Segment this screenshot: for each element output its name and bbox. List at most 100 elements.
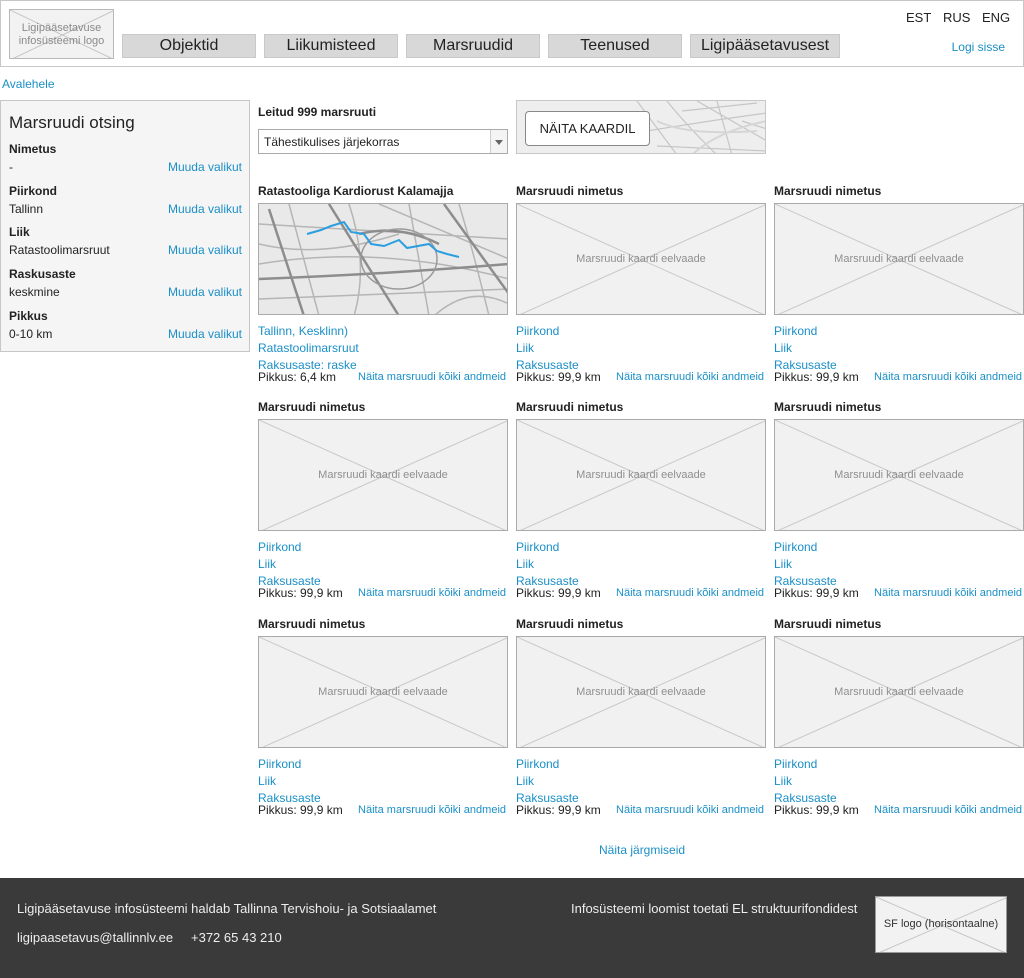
route-card: Marsruudi nimetus Marsruudi kaardi eelvaa… — [516, 617, 766, 823]
route-details-link[interactable]: Näita marsruudi kõiki andmeid — [874, 804, 1022, 816]
route-area-link[interactable]: Piirkond — [516, 757, 559, 771]
route-area-link[interactable]: Tallinn, Kesklinn) — [258, 324, 348, 338]
sf-logo-text: SF logo (horisontaalne) — [883, 918, 999, 930]
route-type-link[interactable]: Liik — [774, 341, 792, 355]
filter-label: Raskusaste — [9, 267, 76, 281]
route-details-link[interactable]: Näita marsruudi kõiki andmeid — [358, 371, 506, 383]
sidebar-title: Marsruudi otsing — [9, 113, 135, 132]
filter-value: 0-10 km — [9, 327, 53, 341]
change-filter-link[interactable]: Muuda valikut — [168, 327, 242, 341]
show-on-map-button[interactable]: NÄITA KAARDIL — [525, 111, 650, 146]
filter-raskusaste: Raskusaste keskmine Muuda valikut — [9, 267, 242, 305]
route-area-link[interactable]: Piirkond — [258, 540, 301, 554]
route-title[interactable]: Marsruudi nimetus — [774, 184, 881, 198]
route-map-placeholder[interactable]: Marsruudi kaardi eelvaade — [516, 419, 766, 531]
nav-item-marsruudid[interactable]: Marsruudid — [406, 34, 540, 58]
change-filter-link[interactable]: Muuda valikut — [168, 202, 242, 216]
route-map-placeholder[interactable]: Marsruudi kaardi eelvaade — [774, 419, 1024, 531]
map-preview-banner: NÄITA KAARDIL — [516, 100, 766, 154]
filter-piirkond: Piirkond Tallinn Muuda valikut — [9, 184, 242, 222]
filter-value: Tallinn — [9, 202, 44, 216]
route-search-panel: Marsruudi otsing Nimetus - Muuda valikut… — [0, 100, 250, 352]
route-area-link[interactable]: Piirkond — [774, 324, 817, 338]
footer: Ligipääsetavuse infosüsteemi haldab Tall… — [0, 878, 1024, 978]
route-map-placeholder[interactable]: Marsruudi kaardi eelvaade — [774, 203, 1024, 315]
lang-eng[interactable]: ENG — [982, 10, 1010, 25]
route-area-link[interactable]: Piirkond — [774, 757, 817, 771]
filter-label: Piirkond — [9, 184, 58, 198]
route-card: Marsruudi nimetus Marsruudi kaardi eelvaa… — [258, 617, 508, 823]
filter-value: - — [9, 160, 13, 174]
change-filter-link[interactable]: Muuda valikut — [168, 285, 242, 299]
route-card: Marsruudi nimetus Marsruudi kaardi eelvaa… — [774, 617, 1024, 823]
route-map-image — [259, 204, 507, 314]
route-title[interactable]: Marsruudi nimetus — [516, 617, 623, 631]
route-type-link[interactable]: Liik — [774, 557, 792, 571]
filter-value: Ratastoolimarsruut — [9, 243, 110, 257]
sort-select[interactable]: Tähestikulises järjekorras — [258, 129, 508, 154]
change-filter-link[interactable]: Muuda valikut — [168, 160, 242, 174]
route-area-link[interactable]: Piirkond — [516, 540, 559, 554]
change-filter-link[interactable]: Muuda valikut — [168, 243, 242, 257]
lang-est[interactable]: EST — [906, 10, 931, 25]
chevron-down-icon[interactable] — [490, 130, 507, 153]
route-map-placeholder[interactable]: Marsruudi kaardi eelvaade — [774, 636, 1024, 748]
route-area-link[interactable]: Piirkond — [258, 757, 301, 771]
route-type-link[interactable]: Liik — [516, 557, 534, 571]
route-title[interactable]: Marsruudi nimetus — [516, 400, 623, 414]
footer-email-link[interactable]: ligipaasetavus@tallinnlv.ee — [17, 930, 173, 945]
placeholder-label: Marsruudi kaardi eelvaade — [834, 686, 964, 698]
route-map-placeholder[interactable]: Marsruudi kaardi eelvaade — [258, 636, 508, 748]
route-title[interactable]: Marsruudi nimetus — [774, 400, 881, 414]
breadcrumb-home-link[interactable]: Avalehele — [2, 77, 55, 91]
lang-rus[interactable]: RUS — [943, 10, 970, 25]
login-link[interactable]: Logi sisse — [952, 40, 1005, 54]
route-type-link[interactable]: Liik — [774, 774, 792, 788]
route-map-placeholder[interactable]: Marsruudi kaardi eelvaade — [258, 419, 508, 531]
route-details-link[interactable]: Näita marsruudi kõiki andmeid — [358, 804, 506, 816]
filter-value: keskmine — [9, 285, 60, 299]
nav-item-objektid[interactable]: Objektid — [122, 34, 256, 58]
nav-item-ligipaasetavusest[interactable]: Ligipääsetavusest — [690, 34, 840, 58]
route-title[interactable]: Marsruudi nimetus — [516, 184, 623, 198]
route-title[interactable]: Marsruudi nimetus — [258, 400, 365, 414]
route-length: Pikkus: 99,9 km — [516, 586, 601, 600]
route-title[interactable]: Ratastooliga Kardiorust Kalamajja — [258, 184, 453, 198]
nav-item-teenused[interactable]: Teenused — [548, 34, 682, 58]
route-card: Marsruudi nimetus Marsruudi kaardi eelvaa… — [774, 400, 1024, 606]
route-length: Pikkus: 99,9 km — [258, 803, 343, 817]
site-logo[interactable]: Ligipääsetavuse infosüsteemi logo — [9, 9, 114, 59]
filter-liik: Liik Ratastoolimarsruut Muuda valikut — [9, 225, 242, 263]
route-map-placeholder[interactable]: Marsruudi kaardi eelvaade — [516, 203, 766, 315]
route-details-link[interactable]: Näita marsruudi kõiki andmeid — [616, 587, 764, 599]
route-details-link[interactable]: Näita marsruudi kõiki andmeid — [874, 371, 1022, 383]
route-title[interactable]: Marsruudi nimetus — [774, 617, 881, 631]
route-map-placeholder[interactable]: Marsruudi kaardi eelvaade — [516, 636, 766, 748]
placeholder-label: Marsruudi kaardi eelvaade — [318, 469, 448, 481]
route-details-link[interactable]: Näita marsruudi kõiki andmeid — [616, 804, 764, 816]
route-type-link[interactable]: Liik — [258, 557, 276, 571]
show-next-link[interactable]: Näita järgmiseid — [599, 843, 685, 857]
route-type-link[interactable]: Ratastoolimarsruut — [258, 341, 359, 355]
route-details-link[interactable]: Näita marsruudi kõiki andmeid — [616, 371, 764, 383]
placeholder-label: Marsruudi kaardi eelvaade — [834, 469, 964, 481]
route-type-link[interactable]: Liik — [258, 774, 276, 788]
main-nav: Objektid Liikumisteed Marsruudid Teenuse… — [122, 34, 840, 58]
logo-text: Ligipääsetavuse infosüsteemi logo — [18, 22, 105, 47]
route-length: Pikkus: 99,9 km — [774, 803, 859, 817]
route-area-link[interactable]: Piirkond — [774, 540, 817, 554]
route-card: Marsruudi nimetus Marsruudi kaardi eelvaa… — [774, 184, 1024, 390]
route-type-link[interactable]: Liik — [516, 774, 534, 788]
nav-item-liikumisteed[interactable]: Liikumisteed — [264, 34, 398, 58]
route-map-preview[interactable] — [258, 203, 508, 315]
route-details-link[interactable]: Näita marsruudi kõiki andmeid — [358, 587, 506, 599]
route-title[interactable]: Marsruudi nimetus — [258, 617, 365, 631]
route-type-link[interactable]: Liik — [516, 341, 534, 355]
route-length: Pikkus: 99,9 km — [774, 586, 859, 600]
sf-logo: SF logo (horisontaalne) — [875, 896, 1007, 953]
route-length: Pikkus: 99,9 km — [516, 803, 601, 817]
route-card: Marsruudi nimetus Marsruudi kaardi eelvaa… — [516, 184, 766, 390]
route-area-link[interactable]: Piirkond — [516, 324, 559, 338]
route-card: Marsruudi nimetus Marsruudi kaardi eelvaa… — [516, 400, 766, 606]
route-details-link[interactable]: Näita marsruudi kõiki andmeid — [874, 587, 1022, 599]
